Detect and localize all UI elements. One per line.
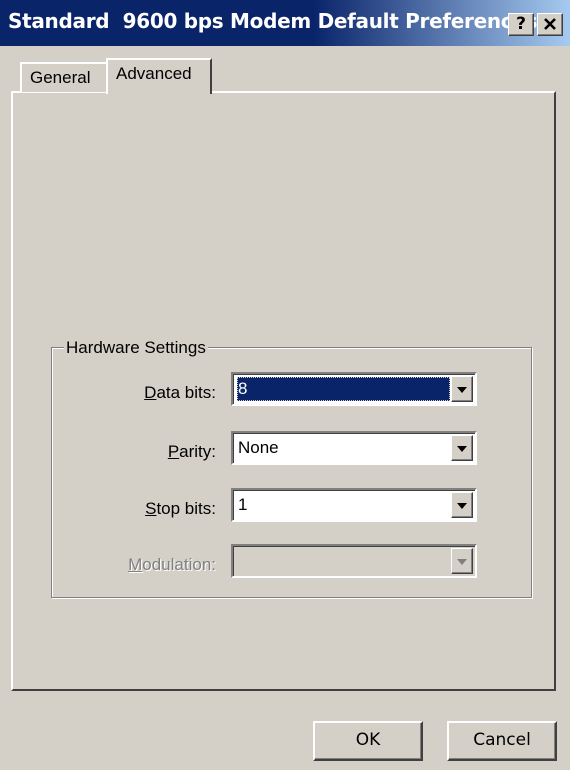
chevron-down-icon xyxy=(457,387,467,393)
help-button[interactable]: ? xyxy=(508,13,534,36)
stop-bits-dropdown-button[interactable] xyxy=(451,492,473,518)
chevron-down-icon xyxy=(457,503,467,509)
stop-bits-value: 1 xyxy=(238,495,248,514)
cancel-button[interactable]: Cancel xyxy=(447,721,557,761)
hardware-settings-legend: Hardware Settings xyxy=(64,338,208,358)
modulation-dropdown-button xyxy=(451,548,473,574)
data-bits-select[interactable]: 8 xyxy=(231,372,477,406)
parity-label: Parity: xyxy=(167,442,216,461)
chevron-down-icon xyxy=(457,446,467,452)
stop-bits-select[interactable]: 1 xyxy=(231,488,477,522)
close-icon xyxy=(544,18,556,30)
tab-general[interactable]: General xyxy=(20,62,110,92)
tab-advanced-label: Advanced xyxy=(116,64,192,83)
modulation-label: Modulation: xyxy=(128,555,216,574)
title-bar[interactable]: Standard 9600 bps Modem Default Preferen… xyxy=(0,0,570,46)
parity-value: None xyxy=(238,438,279,457)
tab-general-label: General xyxy=(30,68,91,87)
tab-advanced[interactable]: Advanced xyxy=(106,58,212,94)
parity-select[interactable]: None xyxy=(231,431,477,465)
data-bits-label: Data bits: xyxy=(144,383,216,402)
modulation-select xyxy=(231,544,477,578)
ok-button[interactable]: OK xyxy=(313,721,423,761)
modulation-value xyxy=(237,549,238,573)
window-title: Standard 9600 bps Modem Default Preferen… xyxy=(8,9,538,33)
parity-dropdown-button[interactable] xyxy=(451,435,473,461)
stop-bits-label: Stop bits: xyxy=(145,499,216,518)
chevron-down-icon xyxy=(457,559,467,565)
data-bits-dropdown-button[interactable] xyxy=(451,376,473,402)
data-bits-value: 8 xyxy=(237,377,450,401)
close-button[interactable] xyxy=(537,13,563,36)
tab-joint xyxy=(108,91,210,94)
